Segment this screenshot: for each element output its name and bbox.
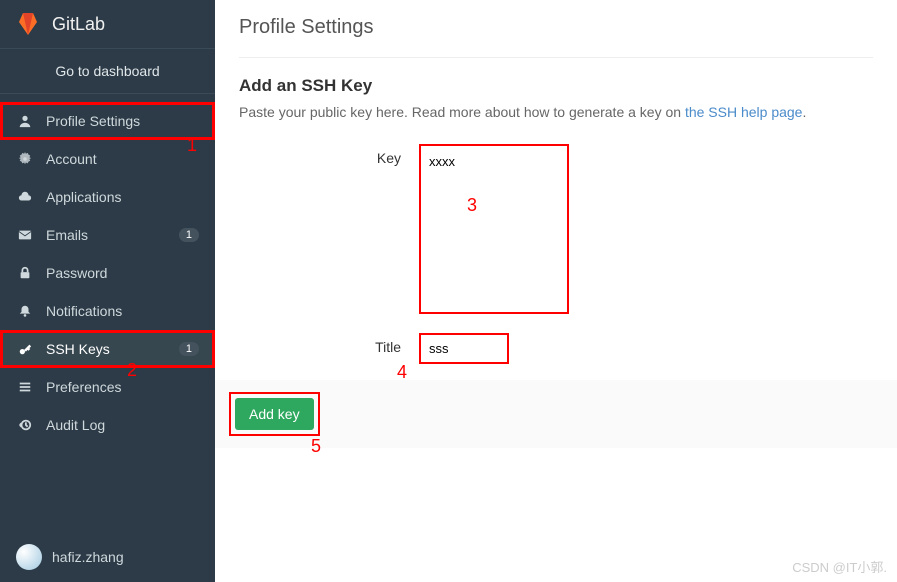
- avatar: [16, 544, 42, 570]
- watermark: CSDN @IT小郭.: [792, 557, 887, 576]
- sidebar-item-label: Audit Log: [46, 417, 199, 433]
- sidebar-item-label: Password: [46, 265, 199, 281]
- sidebar-item-label: Applications: [46, 189, 199, 205]
- add-key-button[interactable]: Add key: [235, 398, 314, 430]
- sidebar-item-label: Preferences: [46, 379, 199, 395]
- main-content: Profile Settings Add an SSH Key Paste yo…: [215, 0, 897, 582]
- sidebar-item-preferences[interactable]: Preferences: [0, 368, 215, 406]
- brand-header: GitLab: [0, 0, 215, 48]
- ssh-help-link[interactable]: the SSH help page: [685, 104, 803, 120]
- sidebar-badge: 1: [179, 342, 199, 356]
- cloud-icon: [16, 188, 34, 206]
- sidebar: GitLab Go to dashboard Profile Settings …: [0, 0, 215, 582]
- help-text: Paste your public key here. Read more ab…: [239, 104, 873, 120]
- history-icon: [16, 416, 34, 434]
- go-to-dashboard-link[interactable]: Go to dashboard: [0, 48, 215, 94]
- title-input[interactable]: [419, 333, 509, 364]
- key-icon: [16, 340, 34, 358]
- sidebar-nav: Profile Settings Account Applications Em…: [0, 94, 215, 532]
- sidebar-item-audit-log[interactable]: Audit Log: [0, 406, 215, 444]
- bell-icon: [16, 302, 34, 320]
- key-input[interactable]: xxxx: [419, 144, 569, 314]
- sidebar-item-applications[interactable]: Applications: [0, 178, 215, 216]
- title-label: Title: [239, 333, 419, 355]
- brand-title: GitLab: [52, 14, 105, 35]
- lock-icon: [16, 264, 34, 282]
- sidebar-badge: 1: [179, 228, 199, 242]
- sidebar-item-ssh-keys[interactable]: SSH Keys 1: [0, 330, 215, 368]
- submit-row: Add key: [215, 380, 897, 448]
- gear-icon: [16, 150, 34, 168]
- title-row: Title: [239, 333, 873, 364]
- envelope-icon: [16, 226, 34, 244]
- add-ssh-key-section: Add an SSH Key Paste your public key her…: [239, 57, 873, 448]
- sidebar-item-label: Account: [46, 151, 199, 167]
- user-name: hafiz.zhang: [52, 549, 124, 565]
- user-icon: [16, 112, 34, 130]
- sidebar-item-notifications[interactable]: Notifications: [0, 292, 215, 330]
- page-title: Profile Settings: [239, 16, 873, 39]
- sidebar-item-account[interactable]: Account: [0, 140, 215, 178]
- gitlab-logo-icon: [16, 12, 40, 36]
- section-title: Add an SSH Key: [239, 76, 873, 96]
- sidebar-item-label: Emails: [46, 227, 179, 243]
- sidebar-item-label: SSH Keys: [46, 341, 179, 357]
- sidebar-item-emails[interactable]: Emails 1: [0, 216, 215, 254]
- key-label: Key: [239, 144, 419, 166]
- sidebar-item-label: Profile Settings: [46, 113, 199, 129]
- key-row: Key xxxx: [239, 144, 873, 317]
- sidebar-item-label: Notifications: [46, 303, 199, 319]
- sidebar-item-password[interactable]: Password: [0, 254, 215, 292]
- sliders-icon: [16, 378, 34, 396]
- sidebar-user[interactable]: hafiz.zhang: [0, 532, 215, 582]
- sidebar-item-profile-settings[interactable]: Profile Settings: [0, 102, 215, 140]
